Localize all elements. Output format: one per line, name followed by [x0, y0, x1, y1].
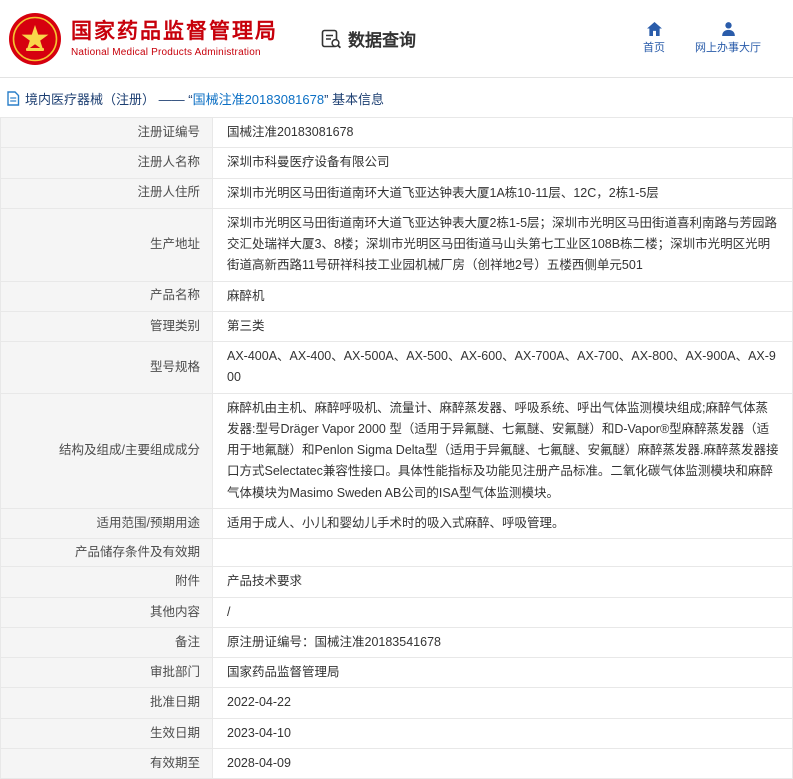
table-row: 批准日期2022-04-22 — [1, 688, 793, 718]
row-value — [213, 539, 793, 567]
table-row: 管理类别第三类 — [1, 311, 793, 341]
link-home[interactable]: 首页 — [643, 22, 665, 55]
table-row: 型号规格AX-400A、AX-400、AX-500A、AX-500、AX-600… — [1, 342, 793, 394]
table-row: 适用范围/预期用途适用于成人、小儿和婴幼儿手术时的吸入式麻醉、呼吸管理。 — [1, 508, 793, 538]
row-value: 麻醉机由主机、麻醉呼吸机、流量计、麻醉蒸发器、呼吸系统、呼出气体监测模块组成;麻… — [213, 393, 793, 508]
table-row: 注册证编号国械注准20183081678 — [1, 118, 793, 148]
row-label: 型号规格 — [1, 342, 213, 394]
row-label: 备注 — [1, 627, 213, 657]
row-label: 管理类别 — [1, 311, 213, 341]
table-row: 注册人住所深圳市光明区马田街道南环大道飞亚达钟表大厦1A栋10-11层、12C，… — [1, 178, 793, 208]
table-row: 备注原注册证编号：国械注准20183541678 — [1, 627, 793, 657]
row-value: 深圳市光明区马田街道南环大道飞亚达钟表大厦1A栋10-11层、12C，2栋1-5… — [213, 178, 793, 208]
registration-info-table: 注册证编号国械注准20183081678 注册人名称深圳市科曼医疗设备有限公司 … — [0, 117, 793, 779]
brand-logo: 国家药品监督管理局 National Medical Products Admi… — [8, 12, 278, 66]
table-row: 生产地址深圳市光明区马田街道南环大道飞亚达钟表大厦2栋1-5层；深圳市光明区马田… — [1, 208, 793, 281]
data-query-icon — [320, 28, 342, 50]
row-label: 注册证编号 — [1, 118, 213, 148]
row-label: 有效期至 — [1, 748, 213, 778]
row-value: 第三类 — [213, 311, 793, 341]
link-online-hall-label: 网上办事大厅 — [695, 39, 761, 55]
row-value: 原注册证编号：国械注准20183541678 — [213, 627, 793, 657]
row-label: 生效日期 — [1, 718, 213, 748]
row-value: 深圳市光明区马田街道南环大道飞亚达钟表大厦2栋1-5层；深圳市光明区马田街道喜利… — [213, 208, 793, 281]
nav-data-query[interactable]: 数据查询 — [320, 26, 416, 51]
row-value: 适用于成人、小儿和婴幼儿手术时的吸入式麻醉、呼吸管理。 — [213, 508, 793, 538]
table-row: 生效日期2023-04-10 — [1, 718, 793, 748]
breadcrumb-text: 境内医疗器械（注册） —— “国械注准20183081678” 基本信息 — [25, 89, 384, 108]
national-emblem-icon — [8, 12, 62, 66]
row-value: 2023-04-10 — [213, 718, 793, 748]
table-row: 有效期至2028-04-09 — [1, 748, 793, 778]
breadcrumb: 境内医疗器械（注册） —— “国械注准20183081678” 基本信息 — [0, 78, 793, 117]
row-label: 生产地址 — [1, 208, 213, 281]
row-label: 其他内容 — [1, 597, 213, 627]
breadcrumb-prefix: 境内医疗器械（注册） —— “ — [25, 92, 193, 107]
row-value: 深圳市科曼医疗设备有限公司 — [213, 148, 793, 178]
site-title: 国家药品监督管理局 — [71, 19, 278, 45]
row-label: 适用范围/预期用途 — [1, 508, 213, 538]
breadcrumb-suffix: ” 基本信息 — [324, 92, 384, 107]
link-online-hall[interactable]: 网上办事大厅 — [695, 22, 761, 55]
row-label: 审批部门 — [1, 658, 213, 688]
table-row: 产品储存条件及有效期 — [1, 539, 793, 567]
row-value: / — [213, 597, 793, 627]
top-links: 首页 网上办事大厅 — [643, 22, 771, 55]
row-value: 国家药品监督管理局 — [213, 658, 793, 688]
data-query-label: 数据查询 — [348, 26, 416, 51]
brand-text: 国家药品监督管理局 National Medical Products Admi… — [71, 19, 278, 58]
site-subtitle: National Medical Products Administration — [71, 47, 278, 58]
row-value: 国械注准20183081678 — [213, 118, 793, 148]
row-label: 注册人住所 — [1, 178, 213, 208]
document-icon — [6, 91, 20, 106]
table-row: 注册人名称深圳市科曼医疗设备有限公司 — [1, 148, 793, 178]
row-label: 注册人名称 — [1, 148, 213, 178]
row-label: 结构及组成/主要组成成分 — [1, 393, 213, 508]
table-row: 审批部门国家药品监督管理局 — [1, 658, 793, 688]
table-row: 结构及组成/主要组成成分麻醉机由主机、麻醉呼吸机、流量计、麻醉蒸发器、呼吸系统、… — [1, 393, 793, 508]
row-value: 2022-04-22 — [213, 688, 793, 718]
link-home-label: 首页 — [643, 39, 665, 55]
row-label: 产品名称 — [1, 281, 213, 311]
table-row: 其他内容/ — [1, 597, 793, 627]
row-value: AX-400A、AX-400、AX-500A、AX-500、AX-600、AX-… — [213, 342, 793, 394]
row-value: 麻醉机 — [213, 281, 793, 311]
home-icon — [647, 22, 662, 36]
person-icon — [721, 22, 736, 36]
breadcrumb-reg-no: 国械注准20183081678 — [193, 92, 325, 107]
page-header: 国家药品监督管理局 National Medical Products Admi… — [0, 0, 793, 78]
table-row: 产品名称麻醉机 — [1, 281, 793, 311]
row-label: 批准日期 — [1, 688, 213, 718]
row-value: 2028-04-09 — [213, 748, 793, 778]
row-label: 产品储存条件及有效期 — [1, 539, 213, 567]
